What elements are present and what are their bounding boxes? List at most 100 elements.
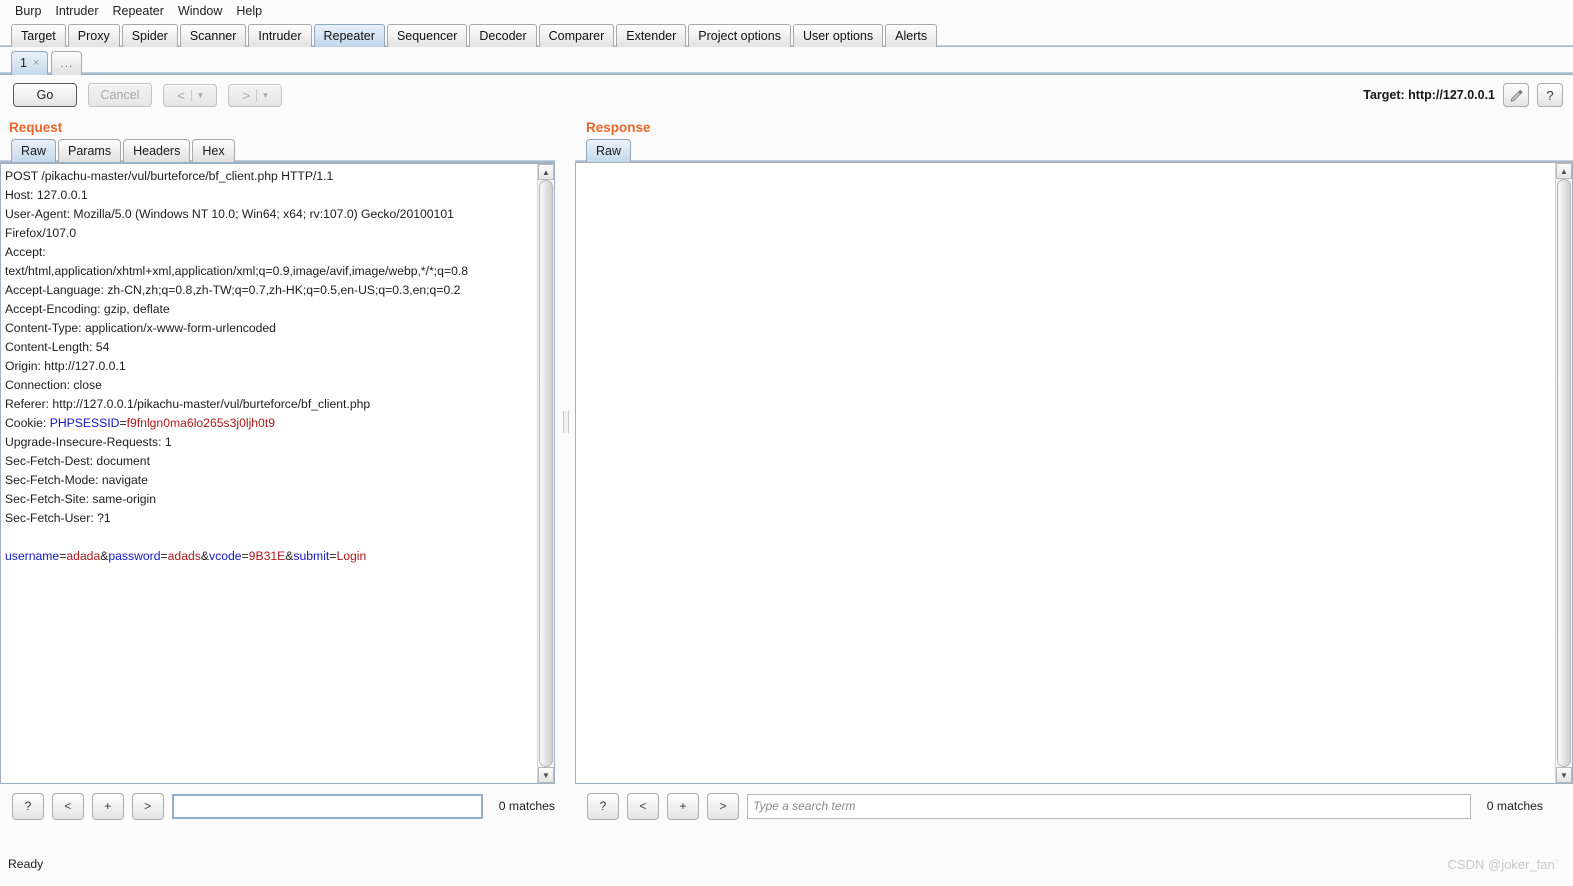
request-line: text/html,application/xhtml+xml,applicat… (5, 264, 469, 278)
status-text: Ready (8, 857, 44, 871)
repeater-tab-1[interactable]: 1 × (11, 51, 49, 75)
menu-item-burp[interactable]: Burp (8, 2, 48, 20)
tab-target[interactable]: Target (11, 24, 66, 47)
response-scroll-track[interactable] (1556, 179, 1572, 767)
back-separator: | (189, 88, 194, 102)
request-search-add-button[interactable]: + (91, 792, 124, 820)
request-line: Accept: (5, 245, 46, 259)
response-search-row: ? < + > 0 matches (575, 791, 1573, 821)
request-search-row: ? < + > 0 matches (0, 791, 555, 821)
tab-intruder[interactable]: Intruder (248, 24, 312, 47)
request-search-prev-button[interactable]: < (51, 792, 84, 820)
request-line-token: = (160, 549, 168, 563)
back-button[interactable]: < | ▾ (163, 83, 217, 107)
response-scroll-thumb[interactable] (1557, 179, 1571, 767)
request-line: Firefox/107.0 (5, 226, 77, 240)
tab-alerts[interactable]: Alerts (885, 24, 938, 47)
request-line: Sec-Fetch-Dest: document (5, 454, 150, 468)
request-scrollbar[interactable]: ▲ ▼ (537, 164, 554, 783)
tab-project-options[interactable]: Project options (688, 24, 791, 47)
request-line: Sec-Fetch-Mode: navigate (5, 473, 148, 487)
pencil-icon (1510, 89, 1523, 102)
request-tab-raw[interactable]: Raw (11, 139, 57, 162)
request-scroll-thumb[interactable] (539, 180, 553, 767)
request-search-help-button[interactable]: ? (12, 792, 44, 820)
tab-extender[interactable]: Extender (616, 24, 687, 47)
request-line: Sec-Fetch-User: ?1 (5, 511, 111, 525)
edit-target-button[interactable] (1503, 83, 1529, 107)
target-area: Target: http://127.0.0.1 ? (1363, 83, 1563, 107)
tab-decoder[interactable]: Decoder (469, 24, 537, 47)
tab-proxy[interactable]: Proxy (67, 24, 120, 47)
request-line-token: 9B31E (248, 549, 286, 563)
response-scrollbar[interactable]: ▲ ▼ (1555, 163, 1572, 783)
repeater-toolbar: Go Cancel < | ▾ > | ▾ Target: http://127… (0, 75, 1573, 115)
request-tab-params[interactable]: Params (58, 139, 122, 162)
tab-repeater[interactable]: Repeater (313, 24, 385, 47)
chevron-down-icon: ▾ (263, 89, 268, 100)
response-search-input[interactable] (747, 793, 1471, 819)
new-repeater-tab-button[interactable]: ... (51, 51, 83, 75)
close-icon[interactable]: × (33, 52, 39, 75)
forward-arrow-icon: > (242, 87, 250, 103)
request-line-token: PHPSESSID (49, 416, 120, 430)
tab-user-options[interactable]: User options (792, 24, 884, 47)
scroll-up-icon[interactable]: ▲ (1556, 163, 1572, 179)
menu-item-window[interactable]: Window (171, 2, 229, 20)
response-match-count: 0 matches (1486, 799, 1543, 813)
request-match-count: 0 matches (498, 799, 555, 813)
request-search-input[interactable] (171, 793, 483, 819)
cancel-button[interactable]: Cancel (88, 83, 152, 107)
request-line-token: password (108, 549, 161, 563)
response-search-help-button[interactable]: ? (587, 792, 619, 820)
request-line: POST /pikachu-master/vul/burteforce/bf_c… (5, 169, 334, 183)
request-line: Host: 127.0.0.1 (5, 188, 88, 202)
response-search-add-button[interactable]: + (667, 792, 699, 820)
request-line-token: vcode (209, 549, 242, 563)
request-tab-hex[interactable]: Hex (192, 139, 235, 162)
menu-bar: Burp Intruder Repeater Window Help (0, 0, 1573, 22)
menu-item-help[interactable]: Help (229, 2, 269, 20)
response-pane: Response Raw ▲ ▼ ? < + > 0 matches (575, 115, 1573, 827)
repeater-tab-bar: 1 ×... (0, 47, 1573, 75)
go-button[interactable]: Go (13, 83, 77, 107)
request-line: Referer: http://127.0.0.1/pikachu-master… (5, 397, 371, 411)
request-tab-headers[interactable]: Headers (123, 139, 191, 162)
forward-separator: | (254, 88, 259, 102)
response-editor[interactable] (576, 163, 1556, 783)
menu-item-repeater[interactable]: Repeater (106, 2, 171, 20)
forward-button[interactable]: > | ▾ (228, 83, 282, 107)
tab-comparer[interactable]: Comparer (538, 24, 615, 47)
response-title: Response (586, 120, 651, 135)
scroll-up-icon[interactable]: ▲ (538, 164, 554, 180)
request-line-token: adada (66, 549, 101, 563)
tab-scanner[interactable]: Scanner (179, 24, 247, 47)
request-search-next-button[interactable]: > (131, 792, 164, 820)
request-line-token: = (241, 549, 249, 563)
scroll-down-icon[interactable]: ▼ (538, 767, 554, 783)
status-bar: Ready CSDN @joker_fan` (0, 855, 1573, 886)
main-tab-bar: Target Proxy Spider Scanner Intruder Repeater… (0, 22, 1573, 47)
tab-spider[interactable]: Spider (121, 24, 178, 47)
request-line-token: = (119, 416, 127, 430)
request-line: Origin: http://127.0.0.1 (5, 359, 126, 373)
request-editor[interactable]: POST /pikachu-master/vul/burteforce/bf_c… (1, 164, 538, 783)
editor-panes: Request Raw Params Headers Hex POST /pikach… (0, 115, 1573, 827)
response-search-next-button[interactable]: > (707, 792, 739, 820)
response-search-prev-button[interactable]: < (627, 792, 659, 820)
scroll-down-icon[interactable]: ▼ (1556, 767, 1572, 783)
request-editor-wrap: POST /pikachu-master/vul/burteforce/bf_c… (0, 162, 555, 784)
request-line-token: f9fnlgn0ma6lo265s3j0ljh0t9 (126, 416, 276, 430)
response-tab-bar: Raw (575, 137, 1573, 162)
request-line: Connection: close (5, 378, 102, 392)
response-tab-raw[interactable]: Raw (586, 139, 632, 162)
menu-item-intruder[interactable]: Intruder (48, 2, 105, 20)
pane-splitter[interactable] (557, 115, 573, 827)
help-button[interactable]: ? (1537, 83, 1563, 107)
request-scroll-track[interactable] (538, 180, 554, 767)
repeater-tab-label: 1 (20, 56, 27, 70)
request-line-token: username (5, 549, 60, 563)
splitter-grip[interactable] (563, 411, 569, 433)
request-line-token: adads (167, 549, 201, 563)
tab-sequencer[interactable]: Sequencer (386, 24, 468, 47)
